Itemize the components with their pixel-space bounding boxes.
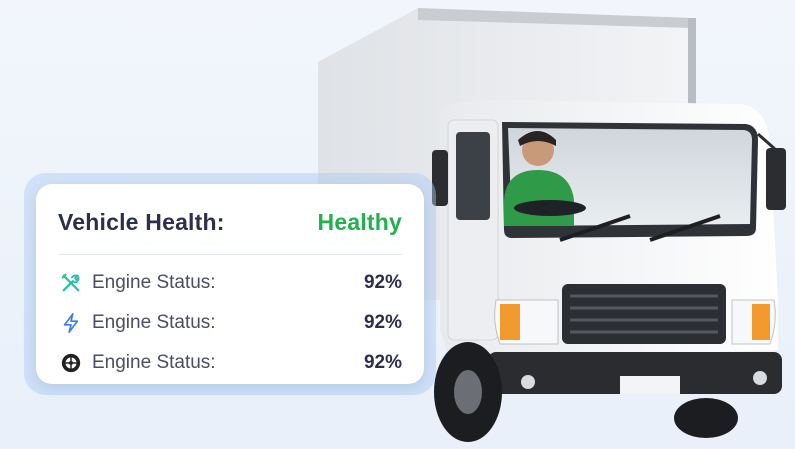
lightning-icon [58,310,84,336]
metric-value: 92% [363,312,402,333]
metric-label: Engine Status: [92,312,216,333]
metric-row-tire: Engine Status: 92% [58,343,402,383]
metric-row-engine: Engine Status: 92% [58,263,402,303]
metric-value: 92% [363,272,402,293]
health-card-header: Vehicle Health: Healthy [58,204,402,255]
vehicle-health-status: Healthy [317,208,402,235]
metric-row-power: Engine Status: 92% [58,303,402,343]
vehicle-health-card: Vehicle Health: Healthy Engine Status: 9… [36,184,424,384]
metric-label: Engine Status: [92,272,216,293]
tools-icon [58,270,84,296]
metric-label: Engine Status: [92,352,216,373]
tire-icon [58,350,84,376]
metric-value: 92% [363,352,402,373]
metric-list: Engine Status: 92% Engine Status: 92% En… [58,263,402,383]
vehicle-health-title: Vehicle Health: [58,208,225,235]
